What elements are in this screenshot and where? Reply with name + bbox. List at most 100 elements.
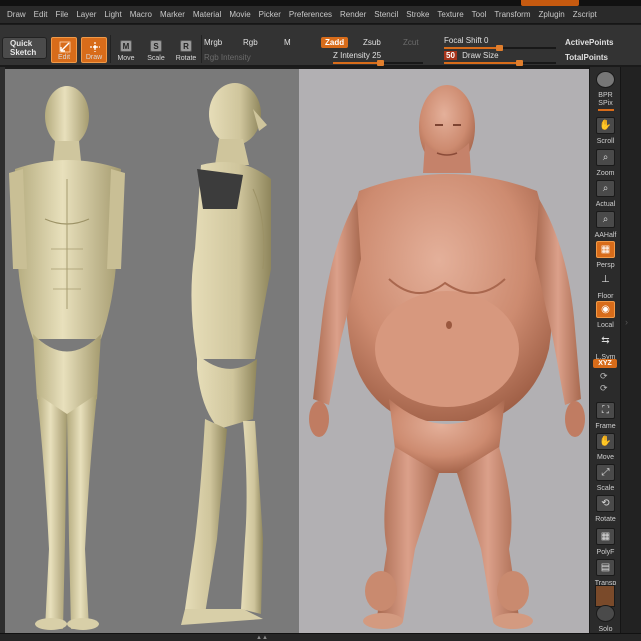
move-view-button[interactable]: ✋ Move: [592, 431, 619, 461]
z-intensity-track: [333, 60, 423, 66]
rotate-view-label: Rotate: [595, 516, 616, 523]
mrgb-button[interactable]: Mrgb: [204, 38, 222, 47]
menu-item-zplugin[interactable]: Zplugin: [535, 10, 569, 19]
polyf-button[interactable]: ▦ PolyF: [592, 526, 619, 556]
menu-item-texture[interactable]: Texture: [433, 10, 467, 19]
scale-view-icon: ⤢: [596, 464, 615, 481]
menu-item-marker[interactable]: Marker: [156, 10, 189, 19]
chevron-right-icon[interactable]: ›: [625, 317, 628, 327]
xyz-button[interactable]: XYZ: [593, 359, 617, 368]
bottom-tray[interactable]: ▲▲: [0, 633, 641, 641]
menu-item-render[interactable]: Render: [336, 10, 370, 19]
menu-item-stroke[interactable]: Stroke: [402, 10, 433, 19]
transp-button[interactable]: ▤ Transp: [592, 557, 619, 587]
right-tray[interactable]: ›: [620, 67, 641, 633]
rgb-button[interactable]: Rgb: [243, 38, 258, 47]
scale-icon: S: [150, 40, 162, 52]
z-intensity-knob[interactable]: [377, 60, 384, 66]
solo-button[interactable]: Solo: [592, 603, 619, 633]
actual-button[interactable]: ⌕ Actual: [592, 178, 619, 208]
menu-item-draw[interactable]: Draw: [3, 10, 30, 19]
solo-label: Solo: [598, 626, 613, 633]
toolbar-divider: [201, 35, 202, 63]
bpr-button[interactable]: BPR: [592, 69, 619, 99]
document-canvas[interactable]: [5, 69, 589, 633]
scale-label: Scale: [147, 55, 165, 62]
floor-button[interactable]: ⊥ Floor: [592, 270, 619, 300]
rotate-y-icon[interactable]: ⟳: [600, 371, 608, 382]
spix-slider[interactable]: SPix: [592, 100, 619, 111]
aahalf-button[interactable]: ⌕ AAHalf: [592, 209, 619, 239]
focal-shift-fill: [444, 47, 500, 49]
focal-shift-slider[interactable]: Focal Shift 0: [444, 36, 556, 51]
menu-item-preferences[interactable]: Preferences: [285, 10, 336, 19]
focal-shift-track: [444, 45, 556, 51]
quick-sketch-label-2: Sketch: [10, 48, 37, 57]
polyf-icon: ▦: [596, 528, 615, 545]
persp-button[interactable]: ▦ Persp: [592, 239, 619, 269]
edit-button[interactable]: Edit: [51, 37, 77, 63]
local-icon: ◉: [596, 301, 615, 318]
rotate-z-icon[interactable]: ⟳: [600, 383, 608, 394]
zoom-button[interactable]: ⌕ Zoom: [592, 147, 619, 177]
toolbar-divider: [110, 35, 111, 63]
chevron-up-icon[interactable]: ▲▲: [256, 635, 268, 641]
menu-item-stencil[interactable]: Stencil: [370, 10, 402, 19]
edit-icon: [59, 41, 71, 53]
scale-view-button[interactable]: ⤢ Scale: [592, 462, 619, 492]
menu-item-file[interactable]: File: [51, 10, 72, 19]
move-button[interactable]: M Move: [113, 37, 139, 63]
menu-item-layer[interactable]: Layer: [72, 10, 100, 19]
zcut-button[interactable]: Zcut: [403, 38, 419, 47]
draw-size-knob[interactable]: [516, 60, 523, 66]
polyf-label: PolyF: [596, 549, 615, 556]
actual-label: Actual: [595, 201, 616, 208]
rgb-intensity-slider[interactable]: Rgb Intensity: [204, 53, 251, 62]
rotate-label: Rotate: [175, 55, 197, 62]
menu-item-zscript[interactable]: Zscript: [569, 10, 601, 19]
z-intensity-fill: [333, 62, 381, 64]
quick-sketch-label-1: Quick: [10, 39, 33, 48]
spix-label: SPix: [598, 100, 613, 107]
persp-icon: ▦: [596, 241, 615, 258]
zoom-label: Zoom: [596, 170, 615, 177]
menu-item-light[interactable]: Light: [100, 10, 125, 19]
clay-figure-front: [9, 86, 125, 630]
actual-icon: ⌕: [596, 180, 615, 197]
scale-button[interactable]: S Scale: [143, 37, 169, 63]
draw-button[interactable]: Draw: [81, 37, 107, 63]
menu-item-transform[interactable]: Transform: [490, 10, 534, 19]
move-label: Move: [117, 55, 135, 62]
z-intensity-slider[interactable]: Z Intensity 25: [333, 51, 423, 66]
clay-figure-side: [181, 83, 271, 625]
move-view-label: Move: [596, 454, 615, 461]
skin-figure: [309, 85, 585, 629]
menu-item-picker[interactable]: Picker: [255, 10, 285, 19]
lsym-button[interactable]: ⇆ L.Sym: [592, 331, 619, 361]
menu-item-movie[interactable]: Movie: [225, 10, 254, 19]
move-view-icon: ✋: [596, 433, 615, 450]
menu-item-edit[interactable]: Edit: [30, 10, 52, 19]
rotate-button[interactable]: R Rotate: [173, 37, 199, 63]
aahalf-icon: ⌕: [596, 211, 615, 228]
scroll-button[interactable]: ✋ Scroll: [592, 115, 619, 145]
local-button[interactable]: ◉ Local: [592, 299, 619, 329]
menu-item-tool[interactable]: Tool: [468, 10, 491, 19]
menu-item-macro[interactable]: Macro: [126, 10, 156, 19]
lsym-icon: ⇆: [601, 335, 610, 346]
quick-sketch-button[interactable]: Quick Sketch: [2, 37, 47, 59]
draw-size-track: [444, 60, 556, 66]
right-shelf: BPR SPix ✋ Scroll ⌕ Zoom ⌕ Actual ⌕ AAHa…: [589, 67, 620, 633]
m-button[interactable]: M: [284, 38, 291, 47]
zsub-button[interactable]: Zsub: [363, 38, 381, 47]
draw-size-value: 50: [444, 51, 457, 60]
zadd-button[interactable]: Zadd: [321, 37, 349, 48]
rotate-view-button[interactable]: ⟲ Rotate: [592, 493, 619, 523]
clay-figures: [9, 83, 271, 630]
frame-button[interactable]: ⛶ Frame: [592, 400, 619, 430]
draw-icon: [90, 42, 100, 52]
skin-figure-body: [309, 85, 585, 629]
menu-item-material[interactable]: Material: [189, 10, 225, 19]
draw-size-slider[interactable]: 50 Draw Size: [444, 51, 556, 66]
bpr-icon: [596, 71, 615, 88]
